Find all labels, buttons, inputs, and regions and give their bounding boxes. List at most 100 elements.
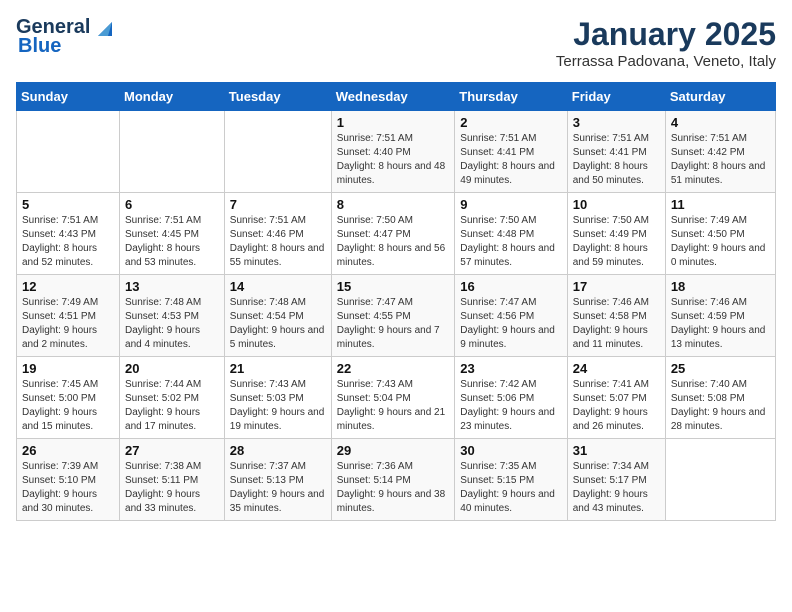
day-detail: Sunrise: 7:38 AM Sunset: 5:11 PM Dayligh…: [125, 460, 219, 516]
day-number: 24: [573, 361, 660, 376]
day-number: 19: [22, 361, 114, 376]
day-detail: Sunrise: 7:35 AM Sunset: 5:15 PM Dayligh…: [460, 460, 561, 516]
weekday-header-sunday: Sunday: [17, 83, 120, 111]
day-detail: Sunrise: 7:48 AM Sunset: 4:54 PM Dayligh…: [230, 296, 326, 352]
day-number: 29: [337, 443, 450, 458]
calendar-cell: 6 Sunrise: 7:51 AM Sunset: 4:45 PM Daylig…: [120, 193, 225, 275]
day-detail: Sunrise: 7:40 AM Sunset: 5:08 PM Dayligh…: [671, 378, 770, 434]
day-number: 5: [22, 197, 114, 212]
calendar-week-row: 26Sunrise: 7:39 AM Sunset: 5:10 PM Dayli…: [17, 439, 776, 521]
calendar-cell: 2 Sunrise: 7:51 AM Sunset: 4:41 PM Daylig…: [455, 111, 567, 193]
day-detail: Sunrise: 7:49 AM Sunset: 4:51 PM Dayligh…: [22, 296, 114, 352]
calendar-cell: 13 Sunrise: 7:48 AM Sunset: 4:53 PM Dayli…: [120, 275, 225, 357]
day-number: 25: [671, 361, 770, 376]
day-number: 20: [125, 361, 219, 376]
calendar-header-row: SundayMondayTuesdayWednesdayThursdayFrid…: [17, 83, 776, 111]
day-detail: Sunrise: 7:46 AM Sunset: 4:59 PM Dayligh…: [671, 296, 770, 352]
day-number: 7: [230, 197, 326, 212]
calendar-cell: 29 Sunrise: 7:36 AM Sunset: 5:14 PM Dayli…: [331, 439, 455, 521]
day-number: 14: [230, 279, 326, 294]
day-detail: Sunrise: 7:51 AM Sunset: 4:41 PM Dayligh…: [460, 132, 561, 188]
logo-icon: [94, 18, 116, 38]
calendar-week-row: 5 Sunrise: 7:51 AM Sunset: 4:43 PM Daylig…: [17, 193, 776, 275]
calendar-cell: 17Sunrise: 7:46 AM Sunset: 4:58 PM Dayli…: [567, 275, 665, 357]
weekday-header-tuesday: Tuesday: [224, 83, 331, 111]
day-number: 12: [22, 279, 114, 294]
day-detail: Sunrise: 7:50 AM Sunset: 4:47 PM Dayligh…: [337, 214, 450, 270]
day-number: 6: [125, 197, 219, 212]
calendar-cell: 21 Sunrise: 7:43 AM Sunset: 5:03 PM Dayli…: [224, 357, 331, 439]
day-detail: Sunrise: 7:49 AM Sunset: 4:50 PM Dayligh…: [671, 214, 770, 270]
day-detail: Sunrise: 7:51 AM Sunset: 4:40 PM Dayligh…: [337, 132, 450, 188]
calendar-cell: 7 Sunrise: 7:51 AM Sunset: 4:46 PM Daylig…: [224, 193, 331, 275]
calendar-cell: 18 Sunrise: 7:46 AM Sunset: 4:59 PM Dayli…: [665, 275, 775, 357]
day-number: 22: [337, 361, 450, 376]
header: General Blue January 2025 Terrassa Padov…: [16, 16, 776, 70]
calendar-cell: 24 Sunrise: 7:41 AM Sunset: 5:07 PM Dayli…: [567, 357, 665, 439]
calendar-cell: 11 Sunrise: 7:49 AM Sunset: 4:50 PM Dayli…: [665, 193, 775, 275]
calendar-cell: [665, 439, 775, 521]
day-number: 30: [460, 443, 561, 458]
logo: General Blue: [16, 16, 116, 58]
day-number: 10: [573, 197, 660, 212]
weekday-header-friday: Friday: [567, 83, 665, 111]
day-detail: Sunrise: 7:37 AM Sunset: 5:13 PM Dayligh…: [230, 460, 326, 516]
day-detail: Sunrise: 7:39 AM Sunset: 5:10 PM Dayligh…: [22, 460, 114, 516]
calendar-cell: 14 Sunrise: 7:48 AM Sunset: 4:54 PM Dayli…: [224, 275, 331, 357]
calendar-table: SundayMondayTuesdayWednesdayThursdayFrid…: [16, 82, 776, 521]
calendar-cell: 8Sunrise: 7:50 AM Sunset: 4:47 PM Daylig…: [331, 193, 455, 275]
day-number: 16: [460, 279, 561, 294]
day-detail: Sunrise: 7:47 AM Sunset: 4:55 PM Dayligh…: [337, 296, 450, 352]
day-number: 13: [125, 279, 219, 294]
day-detail: Sunrise: 7:43 AM Sunset: 5:04 PM Dayligh…: [337, 378, 450, 434]
day-detail: Sunrise: 7:51 AM Sunset: 4:46 PM Dayligh…: [230, 214, 326, 270]
calendar-cell: 9 Sunrise: 7:50 AM Sunset: 4:48 PM Daylig…: [455, 193, 567, 275]
day-detail: Sunrise: 7:51 AM Sunset: 4:42 PM Dayligh…: [671, 132, 770, 188]
calendar-cell: [224, 111, 331, 193]
calendar-cell: 19 Sunrise: 7:45 AM Sunset: 5:00 PM Dayli…: [17, 357, 120, 439]
day-number: 28: [230, 443, 326, 458]
calendar-cell: 4 Sunrise: 7:51 AM Sunset: 4:42 PM Daylig…: [665, 111, 775, 193]
weekday-header-saturday: Saturday: [665, 83, 775, 111]
day-number: 15: [337, 279, 450, 294]
calendar-cell: 5 Sunrise: 7:51 AM Sunset: 4:43 PM Daylig…: [17, 193, 120, 275]
weekday-header-wednesday: Wednesday: [331, 83, 455, 111]
day-number: 3: [573, 115, 660, 130]
calendar-cell: 3Sunrise: 7:51 AM Sunset: 4:41 PM Daylig…: [567, 111, 665, 193]
calendar-week-row: 19 Sunrise: 7:45 AM Sunset: 5:00 PM Dayli…: [17, 357, 776, 439]
calendar-cell: 22 Sunrise: 7:43 AM Sunset: 5:04 PM Dayli…: [331, 357, 455, 439]
day-number: 21: [230, 361, 326, 376]
day-detail: Sunrise: 7:36 AM Sunset: 5:14 PM Dayligh…: [337, 460, 450, 516]
day-number: 11: [671, 197, 770, 212]
day-detail: Sunrise: 7:51 AM Sunset: 4:43 PM Dayligh…: [22, 214, 114, 270]
calendar-cell: 16 Sunrise: 7:47 AM Sunset: 4:56 PM Dayli…: [455, 275, 567, 357]
day-detail: Sunrise: 7:41 AM Sunset: 5:07 PM Dayligh…: [573, 378, 660, 434]
day-detail: Sunrise: 7:45 AM Sunset: 5:00 PM Dayligh…: [22, 378, 114, 434]
day-detail: Sunrise: 7:43 AM Sunset: 5:03 PM Dayligh…: [230, 378, 326, 434]
day-number: 17: [573, 279, 660, 294]
day-detail: Sunrise: 7:51 AM Sunset: 4:45 PM Dayligh…: [125, 214, 219, 270]
calendar-cell: [17, 111, 120, 193]
day-detail: Sunrise: 7:47 AM Sunset: 4:56 PM Dayligh…: [460, 296, 561, 352]
day-detail: Sunrise: 7:42 AM Sunset: 5:06 PM Dayligh…: [460, 378, 561, 434]
day-number: 18: [671, 279, 770, 294]
calendar-cell: [120, 111, 225, 193]
day-number: 23: [460, 361, 561, 376]
day-detail: Sunrise: 7:50 AM Sunset: 4:48 PM Dayligh…: [460, 214, 561, 270]
calendar-cell: 1 Sunrise: 7:51 AM Sunset: 4:40 PM Daylig…: [331, 111, 455, 193]
day-number: 1: [337, 115, 450, 130]
month-title: January 2025: [556, 16, 776, 53]
weekday-header-monday: Monday: [120, 83, 225, 111]
day-detail: Sunrise: 7:34 AM Sunset: 5:17 PM Dayligh…: [573, 460, 660, 516]
day-number: 9: [460, 197, 561, 212]
calendar-cell: 25 Sunrise: 7:40 AM Sunset: 5:08 PM Dayli…: [665, 357, 775, 439]
calendar-cell: 15 Sunrise: 7:47 AM Sunset: 4:55 PM Dayli…: [331, 275, 455, 357]
day-detail: Sunrise: 7:44 AM Sunset: 5:02 PM Dayligh…: [125, 378, 219, 434]
calendar-week-row: 1 Sunrise: 7:51 AM Sunset: 4:40 PM Daylig…: [17, 111, 776, 193]
day-number: 2: [460, 115, 561, 130]
calendar-cell: 27Sunrise: 7:38 AM Sunset: 5:11 PM Dayli…: [120, 439, 225, 521]
day-number: 31: [573, 443, 660, 458]
day-number: 4: [671, 115, 770, 130]
calendar-cell: 23 Sunrise: 7:42 AM Sunset: 5:06 PM Dayli…: [455, 357, 567, 439]
day-detail: Sunrise: 7:48 AM Sunset: 4:53 PM Dayligh…: [125, 296, 219, 352]
